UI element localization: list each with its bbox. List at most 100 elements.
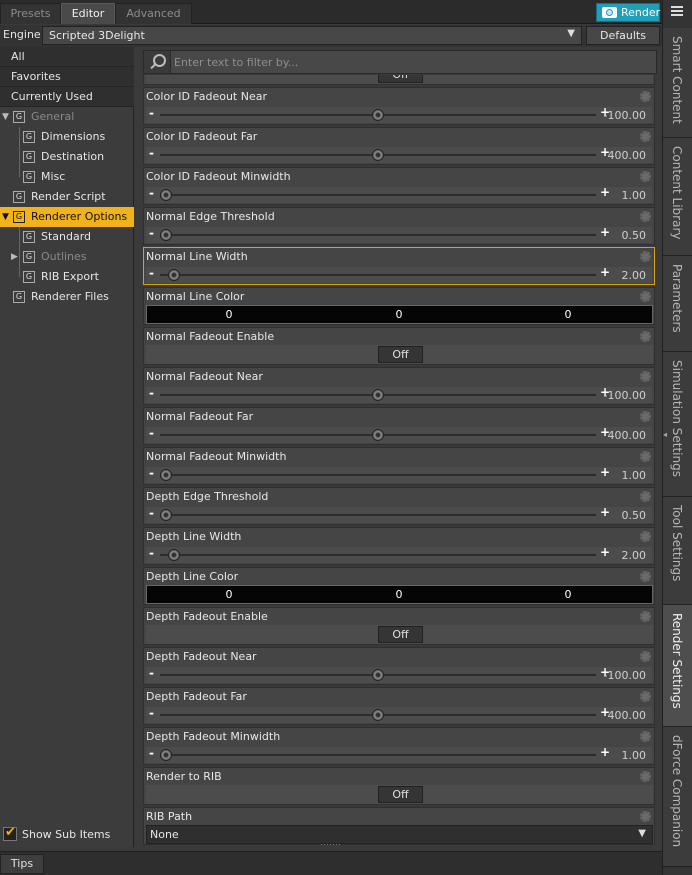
- slider-thumb[interactable]: [160, 509, 172, 521]
- minus-icon[interactable]: -: [149, 106, 154, 120]
- expand-triangle-icon[interactable]: ▼: [2, 207, 9, 227]
- property-slider[interactable]: - +400.00: [146, 705, 652, 723]
- gear-icon[interactable]: [640, 491, 651, 502]
- tree-item-general[interactable]: ▼ G General: [0, 107, 134, 127]
- tree-item-render-script[interactable]: G Render Script: [0, 187, 134, 207]
- color-red-value[interactable]: 0: [199, 308, 259, 321]
- plus-icon[interactable]: +: [600, 225, 610, 239]
- slider-thumb[interactable]: [160, 189, 172, 201]
- minus-icon[interactable]: -: [149, 506, 154, 520]
- plus-icon[interactable]: +: [600, 265, 610, 279]
- slider-thumb[interactable]: [372, 669, 384, 681]
- tree-item-renderer-files[interactable]: G Renderer Files: [0, 287, 134, 307]
- toggle-button[interactable]: Off: [378, 346, 423, 363]
- engine-select[interactable]: Scripted 3Delight ▼: [42, 26, 582, 45]
- gear-icon[interactable]: [640, 211, 651, 222]
- resize-handle[interactable]: [321, 844, 341, 845]
- tab-editor[interactable]: Editor: [61, 3, 115, 24]
- slider-track[interactable]: [160, 234, 596, 236]
- tree-item-all[interactable]: All: [0, 47, 134, 67]
- side-tab-content-library[interactable]: Content Library: [663, 138, 692, 256]
- slider-value[interactable]: 0.50: [622, 229, 647, 242]
- gear-icon[interactable]: [640, 91, 651, 102]
- filter-input[interactable]: [174, 54, 654, 70]
- slider-value[interactable]: -100.00: [604, 389, 646, 402]
- plus-icon[interactable]: +: [600, 545, 610, 559]
- tab-presets[interactable]: Presets: [0, 3, 61, 24]
- tree-item-outlines[interactable]: ▶ G Outlines: [0, 247, 134, 267]
- gear-icon[interactable]: [640, 771, 651, 782]
- slider-track[interactable]: [160, 554, 596, 556]
- property-dropdown[interactable]: None ▼: [146, 825, 653, 844]
- plus-icon[interactable]: +: [600, 465, 610, 479]
- slider-thumb[interactable]: [372, 429, 384, 441]
- slider-thumb[interactable]: [160, 749, 172, 761]
- slider-value[interactable]: 400.00: [608, 429, 647, 442]
- chevron-left-icon[interactable]: ◂: [663, 428, 669, 442]
- toggle-button[interactable]: Off: [378, 786, 423, 803]
- tree-item-destination[interactable]: G Destination: [0, 147, 134, 167]
- property-slider[interactable]: - +1.00: [146, 745, 652, 763]
- property-slider[interactable]: - +0.50: [146, 225, 652, 243]
- gear-icon[interactable]: [640, 291, 651, 302]
- side-tab-dforce-companion[interactable]: dForce Companion: [663, 727, 692, 867]
- tips-tab[interactable]: Tips: [0, 854, 44, 874]
- minus-icon[interactable]: -: [149, 466, 154, 480]
- minus-icon[interactable]: -: [149, 746, 154, 760]
- render-button[interactable]: Render: [596, 3, 660, 22]
- slider-track[interactable]: [160, 754, 596, 756]
- minus-icon[interactable]: -: [149, 706, 154, 720]
- property-slider[interactable]: - + -100.00: [146, 385, 652, 403]
- slider-value[interactable]: 2.00: [622, 269, 647, 282]
- minus-icon[interactable]: -: [149, 546, 154, 560]
- color-field[interactable]: 0 0 0: [146, 305, 653, 324]
- slider-track[interactable]: [160, 194, 596, 196]
- slider-track[interactable]: [160, 274, 596, 276]
- slider-thumb[interactable]: [372, 149, 384, 161]
- property-slider[interactable]: - +400.00: [146, 425, 652, 443]
- slider-value[interactable]: 1.00: [622, 749, 647, 762]
- gear-icon[interactable]: [640, 371, 651, 382]
- side-tab-render-settings[interactable]: Render Settings: [663, 605, 692, 727]
- slider-value[interactable]: -100.00: [604, 669, 646, 682]
- slider-track[interactable]: [160, 474, 596, 476]
- defaults-button[interactable]: Defaults: [586, 26, 660, 45]
- slider-value[interactable]: -100.00: [604, 109, 646, 122]
- toggle-button[interactable]: Off: [378, 75, 423, 83]
- side-tab-parameters[interactable]: Parameters: [663, 256, 692, 352]
- slider-thumb[interactable]: [160, 469, 172, 481]
- menu-icon[interactable]: [667, 3, 689, 21]
- checkbox-icon[interactable]: [3, 825, 17, 841]
- minus-icon[interactable]: -: [149, 386, 154, 400]
- tree-item-favorites[interactable]: Favorites: [0, 67, 134, 87]
- slider-track[interactable]: [160, 514, 596, 516]
- slider-thumb[interactable]: [372, 709, 384, 721]
- gear-icon[interactable]: [640, 171, 651, 182]
- gear-icon[interactable]: [640, 571, 651, 582]
- gear-icon[interactable]: [640, 611, 651, 622]
- slider-value[interactable]: 0.50: [622, 509, 647, 522]
- minus-icon[interactable]: -: [149, 266, 154, 280]
- slider-thumb[interactable]: [372, 389, 384, 401]
- property-slider[interactable]: - +400.00: [146, 145, 652, 163]
- gear-icon[interactable]: [640, 131, 651, 142]
- minus-icon[interactable]: -: [149, 226, 154, 240]
- property-slider[interactable]: - +1.00: [146, 185, 652, 203]
- gear-icon[interactable]: [640, 651, 651, 662]
- expand-triangle-icon[interactable]: ▶: [11, 247, 18, 267]
- color-blue-value[interactable]: 0: [538, 588, 598, 601]
- gear-icon[interactable]: [640, 251, 651, 262]
- slider-value[interactable]: 400.00: [608, 149, 647, 162]
- property-slider[interactable]: - +2.00: [146, 545, 652, 563]
- property-slider[interactable]: - +0.50: [146, 505, 652, 523]
- gear-icon[interactable]: [640, 331, 651, 342]
- toggle-button[interactable]: Off: [378, 626, 423, 643]
- gear-icon[interactable]: [640, 691, 651, 702]
- slider-thumb[interactable]: [372, 109, 384, 121]
- plus-icon[interactable]: +: [600, 505, 610, 519]
- gear-icon[interactable]: [640, 411, 651, 422]
- gear-icon[interactable]: [640, 731, 651, 742]
- color-red-value[interactable]: 0: [199, 588, 259, 601]
- slider-thumb[interactable]: [168, 269, 180, 281]
- minus-icon[interactable]: -: [149, 186, 154, 200]
